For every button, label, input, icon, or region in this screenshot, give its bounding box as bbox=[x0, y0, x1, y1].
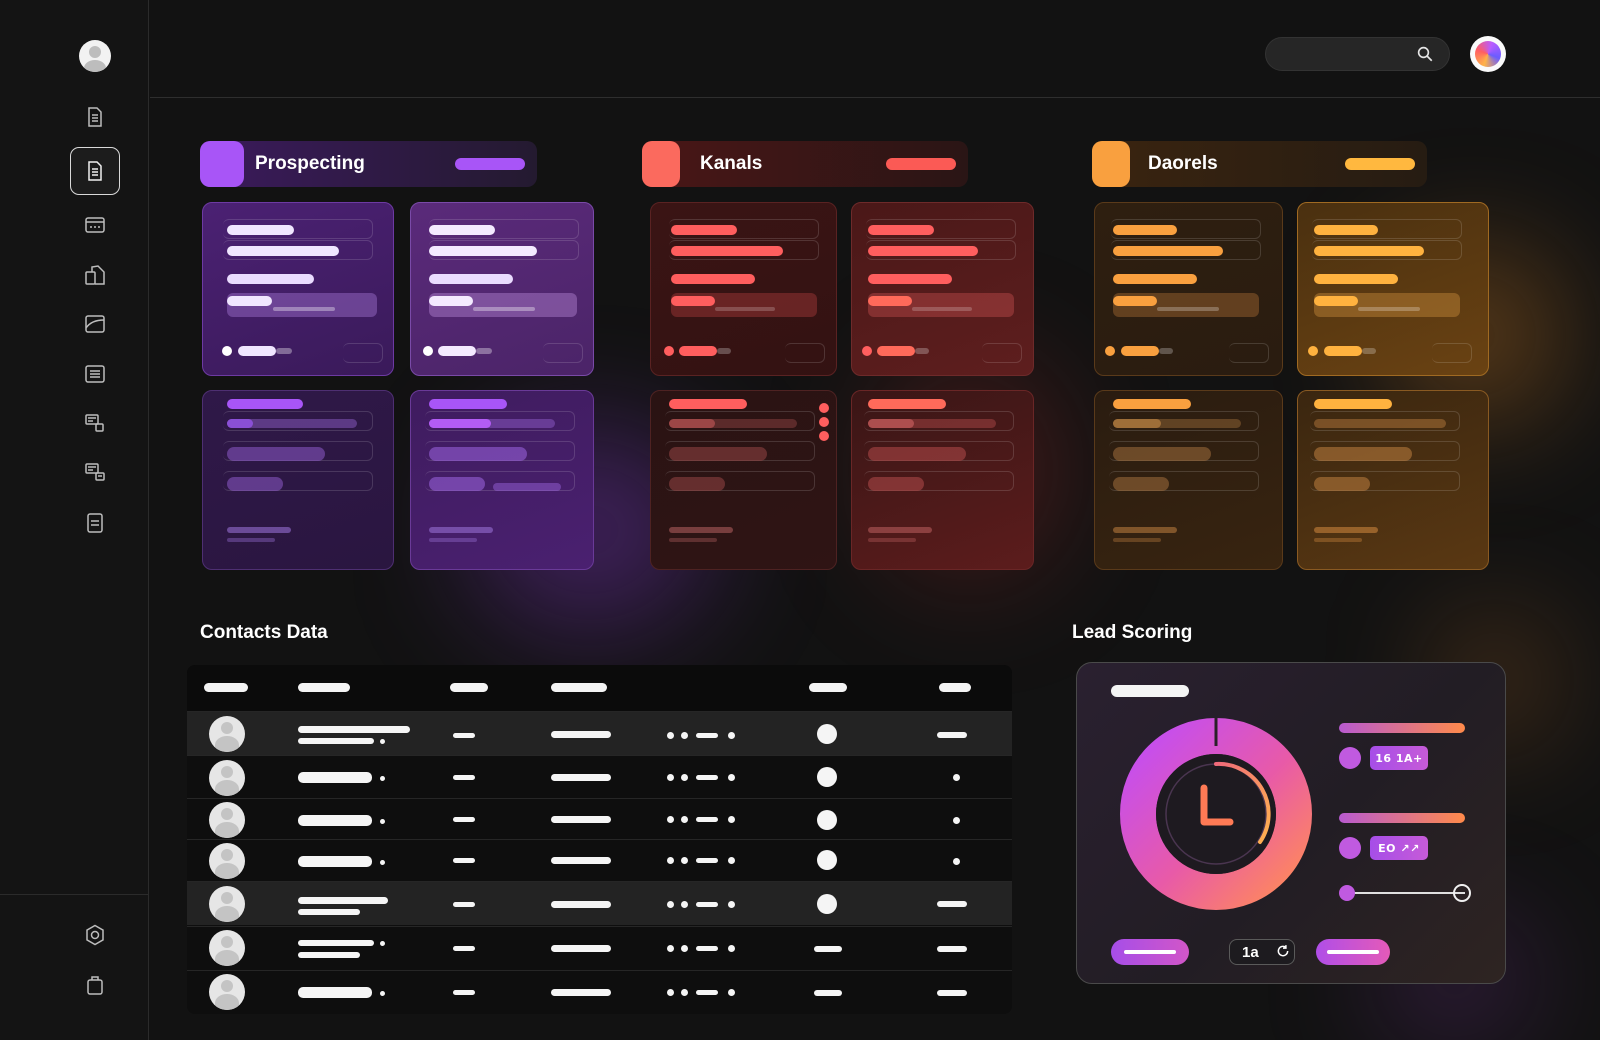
bag-icon bbox=[87, 976, 103, 995]
list-icon bbox=[85, 365, 105, 383]
deal-card[interactable] bbox=[851, 390, 1034, 570]
score-bar bbox=[1339, 813, 1465, 823]
devices-icon bbox=[85, 265, 105, 285]
sidebar bbox=[0, 0, 149, 1040]
table-row[interactable] bbox=[187, 711, 1012, 755]
table-row[interactable] bbox=[187, 798, 1012, 842]
column-color-swatch bbox=[1092, 141, 1130, 187]
deal-card[interactable] bbox=[202, 202, 394, 376]
document-active-icon bbox=[88, 161, 102, 181]
column-title: Kanals bbox=[700, 153, 763, 174]
deal-card[interactable] bbox=[1094, 390, 1283, 570]
contact-avatar bbox=[209, 930, 245, 966]
contact-avatar bbox=[209, 974, 245, 1010]
score-dot bbox=[1339, 837, 1361, 859]
contact-avatar bbox=[209, 886, 245, 922]
search-button[interactable] bbox=[1411, 40, 1439, 68]
column-header[interactable] bbox=[450, 683, 488, 692]
contact-avatar bbox=[209, 802, 245, 838]
score-dot bbox=[1339, 747, 1361, 769]
contact-avatar bbox=[209, 843, 245, 879]
column-header-kanals[interactable]: Kanals bbox=[642, 141, 968, 187]
lead-action-button[interactable] bbox=[1111, 939, 1189, 965]
lead-secondary-button[interactable] bbox=[1316, 939, 1390, 965]
column-pill bbox=[886, 158, 956, 170]
profile-logo-icon bbox=[1475, 41, 1501, 67]
contacts-table bbox=[187, 665, 1012, 1014]
deal-card[interactable] bbox=[1297, 202, 1489, 376]
column-pill bbox=[1345, 158, 1415, 170]
sidebar-item-lists[interactable] bbox=[70, 350, 120, 398]
user-avatar[interactable] bbox=[79, 40, 111, 72]
search-icon bbox=[1417, 46, 1433, 62]
refresh-icon[interactable] bbox=[1276, 944, 1290, 958]
sidebar-item-settings[interactable] bbox=[70, 911, 120, 959]
table-header bbox=[187, 665, 1012, 711]
column-header[interactable] bbox=[809, 683, 847, 692]
deal-card[interactable] bbox=[851, 202, 1034, 376]
sidebar-divider bbox=[0, 894, 149, 895]
sidebar-item-bag[interactable] bbox=[70, 961, 120, 1009]
lead-score-gauge bbox=[1120, 718, 1312, 910]
folder-icon bbox=[85, 315, 105, 333]
score-slider-end[interactable] bbox=[1453, 884, 1471, 902]
deal-card[interactable] bbox=[1094, 202, 1283, 376]
deal-card[interactable] bbox=[410, 202, 594, 376]
card-icon bbox=[85, 217, 105, 233]
column-header[interactable] bbox=[298, 683, 350, 692]
column-color-swatch bbox=[200, 141, 244, 187]
column-header[interactable] bbox=[551, 683, 607, 692]
score-slider-track[interactable] bbox=[1341, 892, 1465, 894]
sidebar-item-folders[interactable] bbox=[70, 300, 120, 348]
crm-dashboard: Prospecting Kanals Daorels Contacts Data… bbox=[0, 0, 1600, 1040]
window-stack-icon bbox=[85, 463, 105, 481]
deal-card[interactable] bbox=[410, 390, 594, 570]
column-header[interactable] bbox=[204, 683, 248, 692]
sidebar-item-notes[interactable] bbox=[70, 499, 120, 547]
column-header-daorels[interactable]: Daorels bbox=[1092, 141, 1427, 187]
lead-scoring-title: Lead Scoring bbox=[1072, 622, 1193, 643]
table-row[interactable] bbox=[187, 970, 1012, 1014]
sidebar-item-reports[interactable] bbox=[70, 147, 120, 195]
topbar bbox=[150, 0, 1600, 98]
lead-scoring-card: 16 1A+ EO ↗↗ 1a bbox=[1076, 662, 1506, 984]
deal-card[interactable] bbox=[202, 390, 394, 570]
contacts-section-title: Contacts Data bbox=[200, 622, 328, 643]
card-label-bar bbox=[1111, 685, 1189, 697]
deal-card[interactable] bbox=[650, 390, 837, 570]
contact-avatar bbox=[209, 760, 245, 796]
column-color-swatch bbox=[642, 141, 680, 187]
score-tag[interactable]: 16 1A+ bbox=[1370, 746, 1428, 770]
column-title: Prospecting bbox=[255, 153, 365, 174]
column-pill bbox=[455, 158, 525, 170]
sidebar-item-documents[interactable] bbox=[70, 93, 120, 141]
score-tag[interactable]: EO ↗↗ bbox=[1370, 836, 1428, 860]
more-options-icon[interactable] bbox=[819, 403, 829, 413]
document-icon bbox=[88, 107, 102, 127]
table-row[interactable] bbox=[187, 926, 1012, 970]
window-list-icon bbox=[85, 414, 104, 432]
settings-icon bbox=[86, 924, 104, 946]
table-row[interactable] bbox=[187, 839, 1012, 883]
sidebar-item-windows[interactable] bbox=[70, 399, 120, 447]
contact-avatar bbox=[209, 716, 245, 752]
deal-card[interactable] bbox=[1297, 390, 1489, 570]
deal-card[interactable] bbox=[650, 202, 837, 376]
score-bar bbox=[1339, 723, 1465, 733]
score-slider-handle[interactable] bbox=[1339, 885, 1355, 901]
sidebar-item-stacks[interactable] bbox=[70, 448, 120, 496]
note-icon bbox=[87, 513, 103, 533]
profile-avatar[interactable] bbox=[1470, 36, 1506, 72]
lead-counter[interactable]: 1a bbox=[1229, 939, 1295, 965]
column-header[interactable] bbox=[939, 683, 971, 692]
sidebar-item-devices[interactable] bbox=[70, 251, 120, 299]
table-row[interactable] bbox=[187, 881, 1012, 925]
column-title: Daorels bbox=[1148, 153, 1218, 174]
sidebar-item-cards[interactable] bbox=[70, 201, 120, 249]
column-header-prospecting[interactable]: Prospecting bbox=[200, 141, 537, 187]
counter-value: 1a bbox=[1242, 943, 1259, 961]
table-row[interactable] bbox=[187, 755, 1012, 799]
